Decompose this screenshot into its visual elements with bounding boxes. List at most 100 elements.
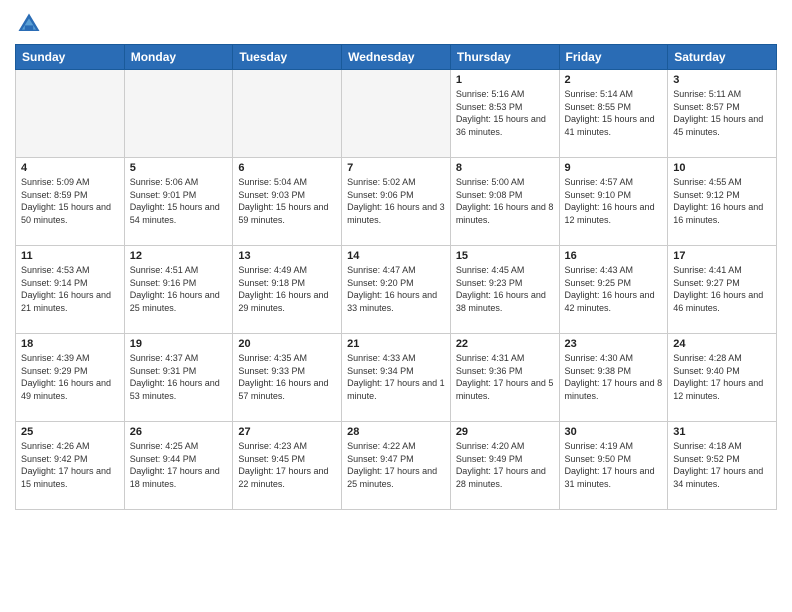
- calendar-cell: 8 Sunrise: 5:00 AM Sunset: 9:08 PM Daylig…: [450, 158, 559, 246]
- week-row-5: 25 Sunrise: 4:26 AM Sunset: 9:42 PM Dayli…: [16, 422, 777, 510]
- day-number: 13: [238, 250, 336, 262]
- calendar-cell: 9 Sunrise: 4:57 AM Sunset: 9:10 PM Daylig…: [559, 158, 668, 246]
- calendar-cell: 15 Sunrise: 4:45 AM Sunset: 9:23 PM Dayli…: [450, 246, 559, 334]
- calendar-cell: 28 Sunrise: 4:22 AM Sunset: 9:47 PM Dayli…: [342, 422, 451, 510]
- day-detail: Sunrise: 5:14 AM Sunset: 8:55 PM Dayligh…: [565, 88, 663, 138]
- calendar-cell: 7Sunrise: 5:02 AM Sunset: 9:06 PM Daylig…: [342, 158, 451, 246]
- calendar-cell: [124, 70, 233, 158]
- calendar-cell: [233, 70, 342, 158]
- header-row: SundayMondayTuesdayWednesdayThursdayFrid…: [16, 45, 777, 70]
- col-header-monday: Monday: [124, 45, 233, 70]
- day-number: 29: [456, 426, 554, 438]
- day-number: 30: [565, 426, 663, 438]
- day-detail: Sunrise: 4:25 AM Sunset: 9:44 PM Dayligh…: [130, 440, 228, 490]
- day-number: 9: [565, 162, 663, 174]
- day-number: 15: [456, 250, 554, 262]
- calendar-cell: 27 Sunrise: 4:23 AM Sunset: 9:45 PM Dayli…: [233, 422, 342, 510]
- day-number: 1: [456, 74, 554, 86]
- page: SundayMondayTuesdayWednesdayThursdayFrid…: [0, 0, 792, 520]
- day-detail: Sunrise: 4:37 AM Sunset: 9:31 PM Dayligh…: [130, 352, 228, 402]
- day-number: 10: [673, 162, 771, 174]
- day-detail: Sunrise: 5:04 AM Sunset: 9:03 PM Dayligh…: [238, 176, 336, 226]
- col-header-tuesday: Tuesday: [233, 45, 342, 70]
- day-number: 5: [130, 162, 228, 174]
- calendar-cell: 17 Sunrise: 4:41 AM Sunset: 9:27 PM Dayli…: [668, 246, 777, 334]
- day-number: 17: [673, 250, 771, 262]
- day-detail: Sunrise: 4:26 AM Sunset: 9:42 PM Dayligh…: [21, 440, 119, 490]
- col-header-sunday: Sunday: [16, 45, 125, 70]
- calendar-cell: 14 Sunrise: 4:47 AM Sunset: 9:20 PM Dayli…: [342, 246, 451, 334]
- calendar-cell: 26 Sunrise: 4:25 AM Sunset: 9:44 PM Dayli…: [124, 422, 233, 510]
- day-detail: Sunrise: 4:35 AM Sunset: 9:33 PM Dayligh…: [238, 352, 336, 402]
- day-number: 4: [21, 162, 119, 174]
- day-number: 12: [130, 250, 228, 262]
- calendar-cell: 31 Sunrise: 4:18 AM Sunset: 9:52 PM Dayli…: [668, 422, 777, 510]
- header: [15, 10, 777, 38]
- logo-icon: [15, 10, 43, 38]
- day-detail: Sunrise: 4:23 AM Sunset: 9:45 PM Dayligh…: [238, 440, 336, 490]
- day-number: 20: [238, 338, 336, 350]
- calendar-cell: 24Sunrise: 4:28 AM Sunset: 9:40 PM Dayli…: [668, 334, 777, 422]
- day-detail: Sunrise: 4:45 AM Sunset: 9:23 PM Dayligh…: [456, 264, 554, 314]
- day-number: 6: [238, 162, 336, 174]
- day-detail: Sunrise: 4:39 AM Sunset: 9:29 PM Dayligh…: [21, 352, 119, 402]
- day-detail: Sunrise: 4:49 AM Sunset: 9:18 PM Dayligh…: [238, 264, 336, 314]
- day-number: 22: [456, 338, 554, 350]
- calendar-cell: 11 Sunrise: 4:53 AM Sunset: 9:14 PM Dayli…: [16, 246, 125, 334]
- day-number: 18: [21, 338, 119, 350]
- week-row-3: 11 Sunrise: 4:53 AM Sunset: 9:14 PM Dayli…: [16, 246, 777, 334]
- calendar-cell: 19 Sunrise: 4:37 AM Sunset: 9:31 PM Dayli…: [124, 334, 233, 422]
- day-detail: Sunrise: 4:18 AM Sunset: 9:52 PM Dayligh…: [673, 440, 771, 490]
- day-number: 21: [347, 338, 445, 350]
- col-header-thursday: Thursday: [450, 45, 559, 70]
- day-number: 2: [565, 74, 663, 86]
- day-detail: Sunrise: 4:55 AM Sunset: 9:12 PM Dayligh…: [673, 176, 771, 226]
- day-number: 31: [673, 426, 771, 438]
- day-number: 7: [347, 162, 445, 174]
- day-detail: Sunrise: 4:41 AM Sunset: 9:27 PM Dayligh…: [673, 264, 771, 314]
- calendar-cell: 29Sunrise: 4:20 AM Sunset: 9:49 PM Dayli…: [450, 422, 559, 510]
- day-detail: Sunrise: 4:51 AM Sunset: 9:16 PM Dayligh…: [130, 264, 228, 314]
- day-number: 27: [238, 426, 336, 438]
- week-row-1: 1 Sunrise: 5:16 AM Sunset: 8:53 PM Daylig…: [16, 70, 777, 158]
- day-detail: Sunrise: 5:06 AM Sunset: 9:01 PM Dayligh…: [130, 176, 228, 226]
- day-number: 28: [347, 426, 445, 438]
- week-row-2: 4 Sunrise: 5:09 AM Sunset: 8:59 PM Daylig…: [16, 158, 777, 246]
- calendar-cell: 4 Sunrise: 5:09 AM Sunset: 8:59 PM Daylig…: [16, 158, 125, 246]
- day-number: 11: [21, 250, 119, 262]
- day-number: 23: [565, 338, 663, 350]
- day-detail: Sunrise: 5:11 AM Sunset: 8:57 PM Dayligh…: [673, 88, 771, 138]
- day-detail: Sunrise: 4:43 AM Sunset: 9:25 PM Dayligh…: [565, 264, 663, 314]
- col-header-wednesday: Wednesday: [342, 45, 451, 70]
- day-number: 25: [21, 426, 119, 438]
- calendar-cell: 30Sunrise: 4:19 AM Sunset: 9:50 PM Dayli…: [559, 422, 668, 510]
- day-number: 24: [673, 338, 771, 350]
- calendar-cell: 21 Sunrise: 4:33 AM Sunset: 9:34 PM Dayli…: [342, 334, 451, 422]
- day-detail: Sunrise: 4:53 AM Sunset: 9:14 PM Dayligh…: [21, 264, 119, 314]
- calendar-cell: 5 Sunrise: 5:06 AM Sunset: 9:01 PM Daylig…: [124, 158, 233, 246]
- day-detail: Sunrise: 4:31 AM Sunset: 9:36 PM Dayligh…: [456, 352, 554, 402]
- day-detail: Sunrise: 4:30 AM Sunset: 9:38 PM Dayligh…: [565, 352, 663, 402]
- day-detail: Sunrise: 5:09 AM Sunset: 8:59 PM Dayligh…: [21, 176, 119, 226]
- day-detail: Sunrise: 5:00 AM Sunset: 9:08 PM Dayligh…: [456, 176, 554, 226]
- calendar-cell: [342, 70, 451, 158]
- day-number: 19: [130, 338, 228, 350]
- calendar-cell: 25 Sunrise: 4:26 AM Sunset: 9:42 PM Dayli…: [16, 422, 125, 510]
- calendar-cell: 23 Sunrise: 4:30 AM Sunset: 9:38 PM Dayli…: [559, 334, 668, 422]
- calendar-cell: 22 Sunrise: 4:31 AM Sunset: 9:36 PM Dayli…: [450, 334, 559, 422]
- calendar-cell: 18 Sunrise: 4:39 AM Sunset: 9:29 PM Dayli…: [16, 334, 125, 422]
- col-header-saturday: Saturday: [668, 45, 777, 70]
- day-detail: Sunrise: 4:57 AM Sunset: 9:10 PM Dayligh…: [565, 176, 663, 226]
- calendar-cell: 6 Sunrise: 5:04 AM Sunset: 9:03 PM Daylig…: [233, 158, 342, 246]
- day-number: 14: [347, 250, 445, 262]
- day-number: 26: [130, 426, 228, 438]
- day-detail: Sunrise: 4:33 AM Sunset: 9:34 PM Dayligh…: [347, 352, 445, 402]
- day-detail: Sunrise: 5:16 AM Sunset: 8:53 PM Dayligh…: [456, 88, 554, 138]
- calendar-cell: 10 Sunrise: 4:55 AM Sunset: 9:12 PM Dayli…: [668, 158, 777, 246]
- calendar-cell: 13 Sunrise: 4:49 AM Sunset: 9:18 PM Dayli…: [233, 246, 342, 334]
- logo: [15, 10, 47, 38]
- day-number: 8: [456, 162, 554, 174]
- calendar-cell: [16, 70, 125, 158]
- day-detail: Sunrise: 4:47 AM Sunset: 9:20 PM Dayligh…: [347, 264, 445, 314]
- day-detail: Sunrise: 4:22 AM Sunset: 9:47 PM Dayligh…: [347, 440, 445, 490]
